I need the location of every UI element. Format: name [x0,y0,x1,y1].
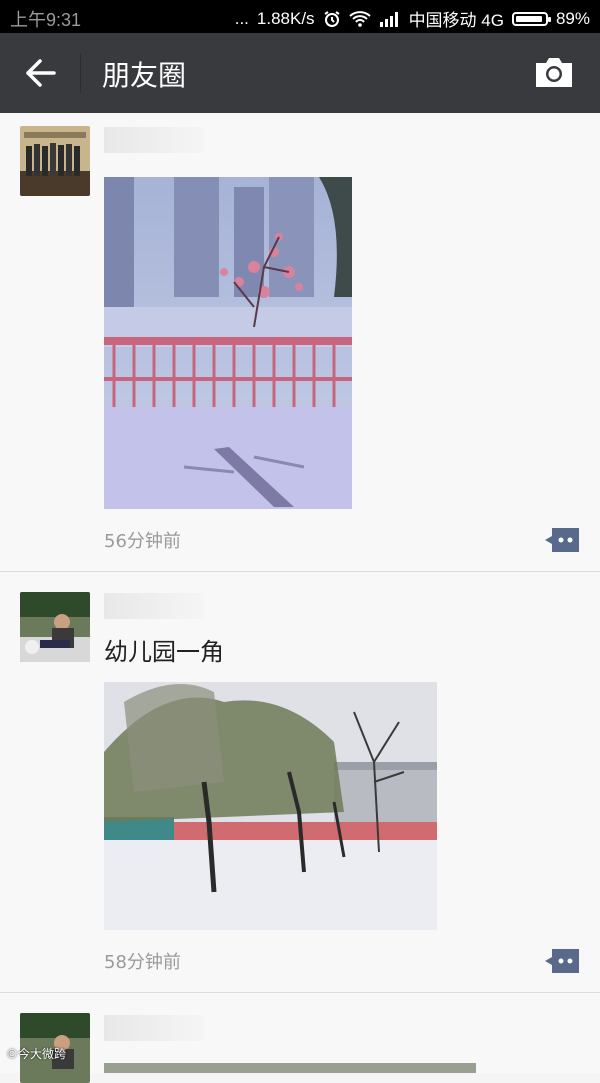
camera-icon[interactable] [534,55,574,89]
status-right: ... 1.88K/s 中国移动 4G 89% [235,6,590,31]
more-dots: ... [234,8,249,28]
comment-icon[interactable] [544,527,580,553]
post-time: 56分钟前 [104,531,181,552]
post-caption: 幼儿园一角 [104,638,224,666]
app-bar: 朋友圈 [0,33,600,113]
post-photo[interactable] [104,177,352,509]
title-divider [80,53,81,93]
post-photo[interactable] [104,682,437,930]
battery-icon [511,11,551,26]
moment-post: 幼儿园一角 58分钟前 [0,572,600,993]
user-name[interactable] [104,1015,204,1041]
watermark: ©今大微跨 [6,1047,67,1061]
network-speed: 1.88K/s [256,8,315,28]
carrier-label: 中国移动 4G [408,11,504,30]
status-bar: 上午9:31 ... 1.88K/s 中国移动 4G 89% [0,0,600,33]
user-avatar[interactable] [20,126,90,196]
signal-icon [379,11,398,27]
status-time: 上午9:31 [10,10,82,30]
moment-post [0,993,600,1083]
comment-icon[interactable] [544,948,580,974]
moments-feed: 56分钟前 幼儿园一角 58分钟前 [0,113,600,1083]
post-photo[interactable] [104,1063,476,1073]
user-name[interactable] [104,593,204,619]
moment-post: 56分钟前 [0,113,600,572]
page-title: 朋友圈 [102,59,187,92]
battery-percent: 89% [555,8,590,28]
post-time: 58分钟前 [104,952,181,973]
alarm-icon [324,10,340,27]
back-arrow-icon[interactable] [22,57,58,89]
user-name[interactable] [104,127,204,153]
user-avatar[interactable] [20,592,90,662]
wifi-icon [348,10,371,27]
